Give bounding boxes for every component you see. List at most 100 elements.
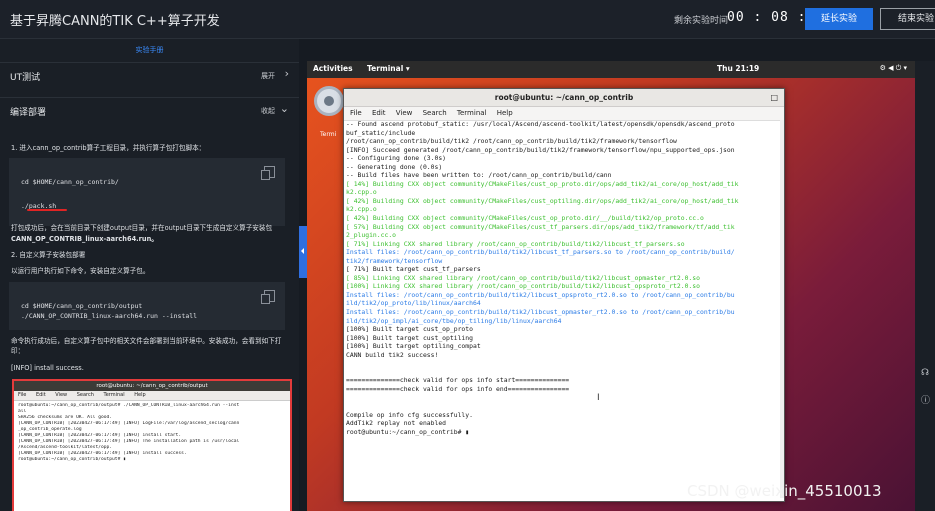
step-1-text: 1. 进入cann_op_contrib算子工程目录，并执行算子包打包脚本： xyxy=(11,144,206,152)
red-underline xyxy=(27,209,67,211)
menu-file[interactable]: File xyxy=(350,109,362,117)
tab-manual[interactable]: 实验手册 xyxy=(0,39,299,61)
code-line: ./pack.sh xyxy=(21,202,57,210)
screenshot-output: root@ubuntu:~/cann_op_contrib/output# ./… xyxy=(14,401,290,511)
terminal-window[interactable]: root@ubuntu: ~/cann_op_contrib □ File Ed… xyxy=(343,88,785,502)
section-ut-test[interactable]: UT测试 展开 › xyxy=(0,62,299,89)
activities-button[interactable]: Activities xyxy=(313,64,353,73)
terminal-line: buf_static/include xyxy=(346,128,416,137)
terminal-line: [100%] Built target optiling_compat xyxy=(346,342,481,351)
clock[interactable]: Thu 21:19 xyxy=(717,64,759,73)
extend-lab-button[interactable]: 延长实验 xyxy=(805,8,873,30)
menu-item: View xyxy=(55,392,68,398)
terminal-line: -- Generating done (0.0s) xyxy=(346,162,443,171)
menu-edit[interactable]: Edit xyxy=(372,109,386,117)
terminal-line: [ 42%] Building CXX object community/CMa… xyxy=(346,196,739,205)
code-line: cd $HOME/cann_op_contrib/ xyxy=(21,178,119,186)
terminal-app-menu[interactable]: Terminal ▾ xyxy=(367,64,410,73)
menu-help[interactable]: Help xyxy=(497,109,513,117)
menu-item: File xyxy=(18,392,27,398)
terminal-line: -- Configuring done (3.0s) xyxy=(346,154,447,163)
code-block-1: cd $HOME/cann_op_contrib/ ./pack.sh xyxy=(9,158,285,226)
terminal-line: 2_plugin.cc.o xyxy=(346,231,397,240)
terminal-line: [100%] Built target cust_op_proto xyxy=(346,325,473,334)
terminal-line: [100%] Built target cust_optiling xyxy=(346,333,473,342)
menu-terminal[interactable]: Terminal xyxy=(457,109,487,117)
terminal-line: AddTik2 replay not enabled xyxy=(346,419,447,428)
terminal-line: ild/tik2/op_proto/lib/linux/aarch64 xyxy=(346,299,481,308)
menu-item: Search xyxy=(76,392,94,398)
panel-collapse-handle[interactable] xyxy=(299,226,307,278)
screenshot-menu: File Edit View Search Terminal Help xyxy=(14,391,290,401)
manual-panel: 实验手册 UT测试 展开 › 编译部署 收起 ⌄ 1. 进入cann_op_co… xyxy=(0,39,299,511)
timer-label: 剩余实验时间 xyxy=(674,16,729,26)
menu-item: Help xyxy=(134,392,146,398)
terminal-line: [100%] Linking CXX shared library /root/… xyxy=(346,282,700,291)
terminal-line: -- Build files have been written to: /ro… xyxy=(346,171,612,180)
terminal-line: [ 14%] Building CXX object community/CMa… xyxy=(346,179,739,188)
copy-icon[interactable] xyxy=(261,166,275,180)
terminal-line: ild/tik2/op_impl/ai_core/tbe/op_tiling/l… xyxy=(346,316,562,325)
right-toolbar: ☊ ⓘ xyxy=(915,61,935,511)
code-block-2: cd $HOME/cann_op_contrib/output ./CANN_O… xyxy=(9,282,285,330)
top-bar: 基于昇腾CANN的TIK C++算子开发 剩余实验时间 00 : 08 : 22… xyxy=(0,0,935,39)
step-2-text: 2. 自定义算子安装包部署 xyxy=(11,251,86,259)
chevron-right-icon: › xyxy=(284,67,289,80)
terminal-scrollbar[interactable] xyxy=(780,120,784,498)
page-title: 基于昇腾CANN的TIK C++算子开发 xyxy=(10,14,220,29)
system-tray[interactable]: ⚙ ◀ ⏻ ▾ xyxy=(880,64,907,73)
terminal-line: k2.cpp.o xyxy=(346,188,377,197)
end-lab-button[interactable]: 结束实验 xyxy=(880,8,935,30)
collapse-toggle[interactable]: 收起 xyxy=(261,106,275,116)
terminal-line: Install files: /root/cann_op_contrib/bui… xyxy=(346,248,735,257)
section-label: 编译部署 xyxy=(10,108,47,118)
terminal-line: Compile op info cfg successfully. xyxy=(346,410,473,419)
menu-search[interactable]: Search xyxy=(423,109,447,117)
copy-icon[interactable] xyxy=(261,290,275,304)
watermark: CSDN @weixin_45510013 xyxy=(687,482,882,500)
terminal-output[interactable]: -- Found ascend protobuf_static: /usr/lo… xyxy=(346,120,780,498)
chevron-down-icon: ⌄ xyxy=(279,102,289,115)
terminal-line: ==============check valid for ops info e… xyxy=(346,384,570,393)
headset-icon[interactable]: ☊ xyxy=(921,368,929,378)
section-build-deploy[interactable]: 编译部署 收起 ⌄ xyxy=(0,97,299,124)
menu-item: Edit xyxy=(35,392,46,398)
terminal-line: -- Found ascend protobuf_static: /usr/lo… xyxy=(346,120,735,128)
terminal-menubar: File Edit View Search Terminal Help xyxy=(344,107,784,121)
install-screenshot: root@ubuntu: ~/cann_op_contrib/output Fi… xyxy=(12,379,292,511)
terminal-line: [ 57%] Building CXX object community/CMa… xyxy=(346,222,735,231)
terminal-line: Install files: /root/cann_op_contrib/bui… xyxy=(346,308,735,317)
install-success-text: [INFO] install success. xyxy=(11,364,84,372)
expand-toggle[interactable]: 展开 xyxy=(261,71,275,81)
after-step-1-text: 打包成功后，会在当前目录下创建output目录，并在output目录下生成自定义… xyxy=(11,224,273,232)
launcher-label: Termi xyxy=(320,131,337,138)
gnome-top-bar: Activities Terminal ▾ Thu 21:19 ⚙ ◀ ⏻ ▾ xyxy=(307,61,915,78)
info-icon[interactable]: ⓘ xyxy=(921,393,930,406)
terminal-line: [INFO] Succeed generated /root/cann_op_c… xyxy=(346,145,735,154)
terminal-line: /root/cann_op_contrib/build/tik2 /root/c… xyxy=(346,137,677,146)
screenshot-title: root@ubuntu: ~/cann_op_contrib/output xyxy=(14,381,290,391)
terminal-line: Install files: /root/cann_op_contrib/bui… xyxy=(346,290,735,299)
screenshot-line: root@ubuntu:~/cann_op_contrib/output# ▮ xyxy=(18,457,126,462)
close-icon[interactable]: □ xyxy=(770,89,778,106)
menu-item: Terminal xyxy=(103,392,125,398)
terminal-titlebar[interactable]: root@ubuntu: ~/cann_op_contrib □ xyxy=(344,89,784,107)
terminal-line: [ 42%] Building CXX object community/CMa… xyxy=(346,214,704,223)
code-line: ./CANN_OP_CONTRIB_linux-aarch64.run --in… xyxy=(21,312,198,320)
terminal-line: tik2/framework/tensorflow xyxy=(346,256,443,265)
terminal-title: root@ubuntu: ~/cann_op_contrib xyxy=(494,93,634,102)
terminal-line: k2.cpp.o xyxy=(346,205,377,214)
gear-icon[interactable] xyxy=(314,86,344,116)
section-label: UT测试 xyxy=(10,73,41,83)
menu-view[interactable]: View xyxy=(396,109,413,117)
terminal-line: ==============check valid for ops info s… xyxy=(346,376,570,385)
package-name: CANN_OP_CONTRIB_linux-aarch64.run。 xyxy=(11,235,158,243)
terminal-line: [ 85%] Linking CXX shared library /root/… xyxy=(346,273,700,282)
terminal-line: [ 71%] Linking CXX shared library /root/… xyxy=(346,239,685,248)
terminal-line: [ 71%] Built target cust_tf_parsers xyxy=(346,265,481,274)
terminal-line: CANN build tik2 success! xyxy=(346,350,439,359)
terminal-line: root@ubuntu:~/cann_op_contrib# ▮ xyxy=(346,427,470,436)
